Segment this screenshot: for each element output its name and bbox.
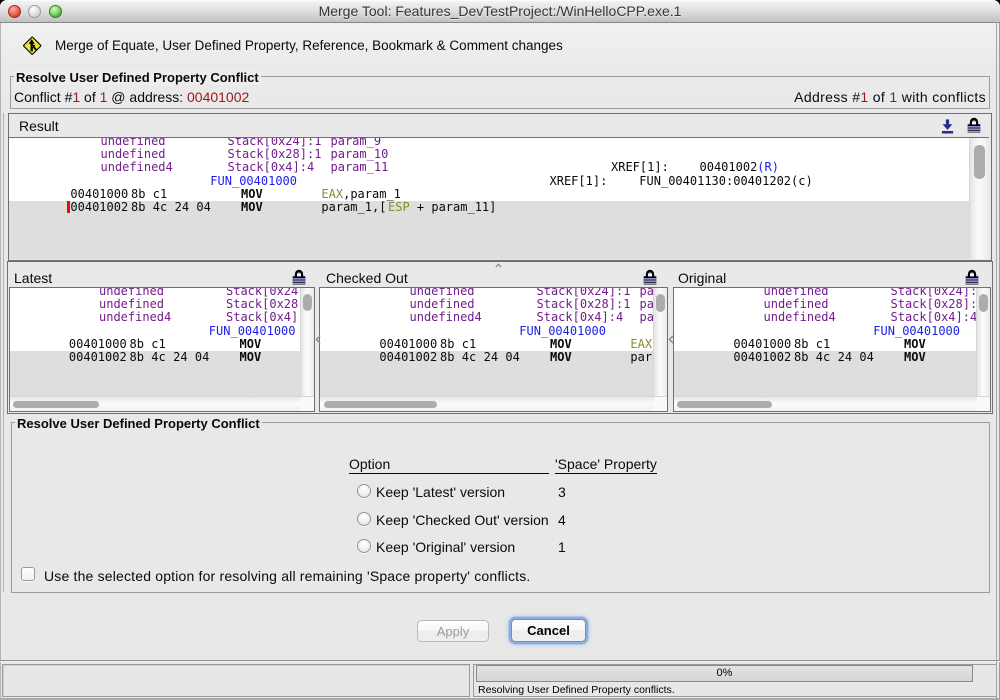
listing-row: 004010008bc1MOVEAX,param_1 [9,187,989,200]
listing-row: undefined4Stack[0x4]:4param_11XREF[1]:00… [10,311,314,324]
listing-row: undefinedStack[0x24]:1param_9 [9,137,989,148]
resolve-options-group-title: Resolve User Defined Property Conflict [15,416,262,431]
listing-row: undefinedStack[0x24]:1param_9 [10,287,314,298]
merge-tool-window: Merge Tool: Features_DevTestProject:/Win… [0,0,1000,700]
apply-button[interactable]: Apply [417,620,489,642]
merge-sign-icon [22,35,42,55]
horizontal-scrollbar[interactable] [674,396,990,412]
cancel-button[interactable]: Cancel [511,619,586,642]
property-column-header: 'Space' Property [555,456,657,474]
apply-to-all-checkbox[interactable] [21,567,35,581]
listing-row: undefinedStack[0x24]:1param_9 [674,287,990,298]
keep-version-label: Keep 'Latest' version [376,484,505,500]
listing-row: FUN_00401000XREF[1]:FUN_00401130:0040120… [674,324,990,337]
conflict-header-group-title: Resolve User Defined Property Conflict [14,70,261,85]
splitter-up-chevron-icon[interactable] [495,263,502,268]
apply-to-all-label: Use the selected option for resolving al… [44,568,530,584]
vertical-scrollbar[interactable] [976,288,990,397]
horizontal-scrollbar[interactable] [320,396,667,412]
keep-version-label: Keep 'Checked Out' version [376,512,549,528]
merge-banner-text: Merge of Equate, User Defined Property, … [55,38,563,53]
vertical-scrollbar[interactable] [653,288,667,397]
conflict-counter: Conflict #1 of 1 @ address: 00401002 [14,89,249,105]
listing-row: 004010028b4c2404MOVparam_1,[ESP + param_… [9,201,989,214]
window-inner-edge [3,113,4,592]
listing-row: 004010008bc1MOVEAX,param_1 [674,337,990,350]
result-listing[interactable]: undefinedStack[0x24]:1param_9undefinedSt… [9,137,989,259]
property-value: 4 [558,512,566,528]
original-pane-title: Original [678,270,726,286]
result-pane-title: Result [19,118,59,134]
conflict-header-group: Resolve User Defined Property Conflict C… [10,76,990,109]
progress-message: Resolving User Defined Property conflict… [478,684,675,696]
listing-row: FUN_00401000XREF[1]:FUN_00401130:0040120… [10,324,314,337]
option-column-header: Option [349,456,549,474]
lock-icon[interactable] [292,269,306,285]
checked-out-pane-title: Checked Out [326,270,408,286]
listing-row: undefinedStack[0x28]:1param_10 [674,298,990,311]
progress-bar: 0% [476,665,973,682]
lock-icon[interactable] [965,269,979,285]
resolve-options-group: Resolve User Defined Property Conflict O… [11,422,990,593]
latest-pane-title: Latest [14,270,52,286]
result-pane: Result undefinedStack[0x24]:1param_9unde… [8,113,992,261]
splitter-left-chevron-icon[interactable] [668,335,674,344]
lock-icon[interactable] [643,269,657,285]
keep-version-label: Keep 'Original' version [376,539,515,555]
listing-row: 004010028b4c2404MOVparam_1,[ESP + param_… [320,351,667,364]
window-titlebar: Merge Tool: Features_DevTestProject:/Win… [0,0,1000,23]
listing-row: undefinedStack[0x28]:1param_10 [9,148,989,161]
checked-out-listing[interactable]: undefinedStack[0x24]:1param_9undefinedSt… [319,287,668,412]
vertical-scrollbar[interactable] [300,288,314,397]
keep-version-radio[interactable] [357,539,371,553]
status-message-area [2,664,470,697]
versions-pane: Latest Checked Out Original undefinedSta… [7,261,993,414]
splitter-left-chevron-icon[interactable] [315,335,321,344]
listing-row: 004010008bc1MOVEAX,param_1 [320,337,667,350]
original-listing[interactable]: undefinedStack[0x24]:1param_9undefinedSt… [673,287,991,412]
latest-listing[interactable]: undefinedStack[0x24]:1param_9undefinedSt… [9,287,315,412]
lock-icon[interactable] [967,117,981,133]
progress-area: 0% Resolving User Defined Property confl… [473,664,997,697]
address-counter: Address #1 of 1 with conflicts [794,89,986,105]
listing-row: undefined4Stack[0x4]:4param_11XREF[1]:00… [674,311,990,324]
listing-row: undefinedStack[0x28]:1param_10 [320,298,667,311]
listing-row: undefined4Stack[0x4]:4param_11XREF[1]:00… [320,311,667,324]
listing-row: 004010008bc1MOVEAX,param_1 [10,337,314,350]
window-title: Merge Tool: Features_DevTestProject:/Win… [0,3,1000,19]
keep-version-radio[interactable] [357,512,371,526]
listing-row: undefinedStack[0x24]:1param_9 [320,287,667,298]
window-inner-edge [996,22,997,700]
horizontal-scrollbar[interactable] [10,396,314,412]
vertical-scrollbar[interactable] [969,138,989,259]
listing-row: FUN_00401000XREF[1]:FUN_00401130:0040120… [9,174,989,187]
listing-row: 004010028b4c2404MOVparam_1,[ESP + param_… [674,351,990,364]
listing-row: 004010028b4c2404MOVparam_1,[ESP + param_… [10,351,314,364]
listing-row: undefined4Stack[0x4]:4param_11XREF[1]:00… [9,161,989,174]
listing-row: FUN_00401000XREF[1]:FUN_00401130:0040120… [320,324,667,337]
listing-row: undefinedStack[0x28]:1param_10 [10,298,314,311]
down-arrow-icon[interactable] [940,118,955,134]
property-value: 1 [558,539,566,555]
keep-version-radio[interactable] [357,484,371,498]
listing-cursor [67,201,70,213]
property-value: 3 [558,484,566,500]
